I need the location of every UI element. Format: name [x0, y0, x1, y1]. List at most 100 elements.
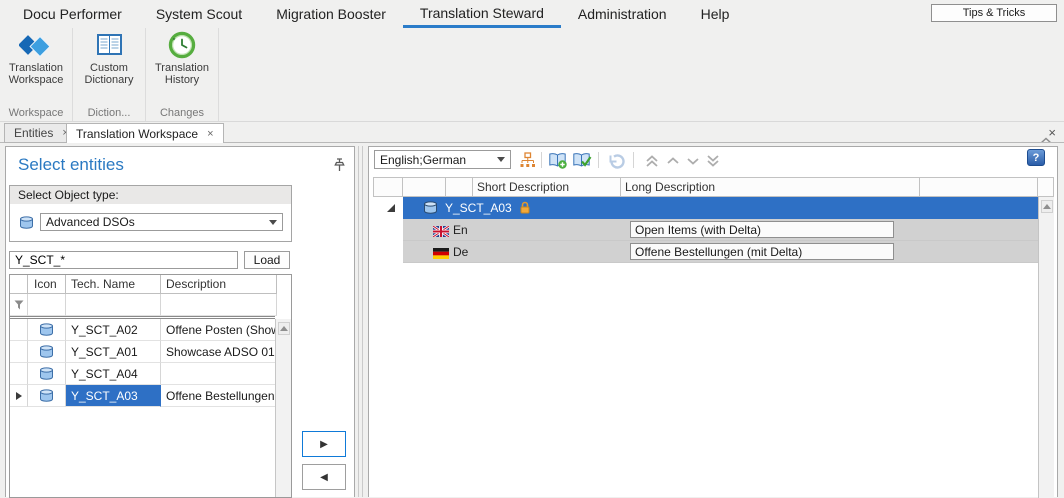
filter-icon: [10, 294, 28, 316]
long-description-field[interactable]: Offene Bestellungen (mit Delta): [630, 243, 894, 260]
menu-migration-booster[interactable]: Migration Booster: [259, 0, 403, 28]
move-up-icon[interactable]: [663, 151, 683, 170]
column-header-description[interactable]: Description: [161, 275, 277, 294]
entity-search-input[interactable]: [9, 251, 238, 269]
object-type-dropdown[interactable]: Advanced DSOs: [40, 213, 283, 231]
object-type-value: Advanced DSOs: [41, 215, 269, 229]
filter-cell[interactable]: [28, 294, 66, 316]
header-indicator-cell: [373, 177, 403, 197]
scroll-up-icon[interactable]: [278, 322, 290, 335]
move-to-workspace-button[interactable]: ▶: [302, 431, 346, 457]
move-first-icon[interactable]: [642, 151, 662, 170]
column-header-tech-name[interactable]: Tech. Name: [66, 275, 161, 294]
ribbon-group-label: Workspace: [0, 107, 72, 119]
database-icon: [28, 341, 66, 363]
header-indicator-cell: [10, 275, 28, 294]
row-indicator-cell: [10, 363, 28, 385]
language-label: En: [453, 223, 468, 237]
help-icon[interactable]: ?: [1027, 149, 1045, 166]
panel-title: Select entities: [18, 155, 124, 175]
ribbon-button-label: Translation Workspace: [0, 62, 72, 86]
description-cell[interactable]: Offene Bestellungen (...: [161, 385, 277, 407]
filter-cell[interactable]: [66, 294, 161, 316]
object-type-label: Select Object type:: [10, 186, 291, 204]
menu-docu-performer[interactable]: Docu Performer: [6, 0, 139, 28]
tab-translation-workspace[interactable]: Translation Workspace ×: [66, 123, 224, 144]
scroll-up-icon[interactable]: [1041, 200, 1053, 213]
description-cell[interactable]: Offene Posten (Showa...: [161, 319, 277, 341]
german-flag-icon: [433, 246, 449, 264]
main-menubar: Docu Performer System Scout Migration Bo…: [0, 0, 1064, 28]
menu-help[interactable]: Help: [684, 0, 747, 28]
close-icon[interactable]: ×: [207, 128, 213, 140]
description-cell[interactable]: [161, 363, 277, 385]
ribbon-group-changes: Translation History Changes: [146, 28, 219, 121]
lock-icon: [519, 201, 531, 219]
undo-icon[interactable]: [606, 151, 626, 170]
database-icon: [28, 385, 66, 407]
tech-name-cell[interactable]: Y_SCT_A02: [66, 319, 161, 341]
menu-system-scout[interactable]: System Scout: [139, 0, 259, 28]
filter-row[interactable]: [10, 294, 291, 316]
chevron-down-icon: [497, 157, 505, 162]
hierarchy-view-icon[interactable]: [517, 151, 537, 170]
translation-history-button[interactable]: Translation History: [146, 28, 218, 102]
move-down-icon[interactable]: [683, 151, 703, 170]
remove-from-workspace-button[interactable]: ◀: [302, 464, 346, 490]
column-header-long-description[interactable]: Long Description: [621, 177, 920, 197]
translation-row-de[interactable]: De Offene Bestellungen (mit Delta): [373, 241, 1038, 263]
move-last-icon[interactable]: [703, 151, 723, 170]
language-pair-dropdown[interactable]: English;German: [374, 150, 511, 169]
tree-expanded-icon[interactable]: [387, 204, 395, 212]
toolbar-separator: [598, 152, 599, 168]
chevron-down-icon: [269, 220, 277, 225]
menu-translation-steward[interactable]: Translation Steward: [403, 0, 561, 28]
filter-cell[interactable]: [161, 294, 277, 316]
load-button[interactable]: Load: [244, 251, 290, 269]
select-entities-panel: Select entities Select Object type: Adva…: [5, 146, 355, 497]
database-icon: [423, 201, 438, 219]
toolbar-separator: [633, 152, 634, 168]
column-header-icon[interactable]: Icon: [28, 275, 66, 294]
panel-splitter[interactable]: [362, 146, 363, 497]
custom-dictionary-button[interactable]: Custom Dictionary: [73, 28, 145, 102]
ribbon-button-label: Custom Dictionary: [73, 62, 145, 86]
tech-name-cell[interactable]: Y_SCT_A01: [66, 341, 161, 363]
database-icon: [28, 319, 66, 341]
ribbon-group-dictionary: Custom Dictionary Diction...: [73, 28, 146, 121]
translation-row-en[interactable]: En Open Items (with Delta): [373, 219, 1038, 241]
table-row[interactable]: Y_SCT_A04: [10, 363, 291, 385]
header-scroll-cell: [1038, 177, 1054, 197]
vertical-scrollbar[interactable]: [1038, 197, 1054, 498]
pin-icon[interactable]: [333, 158, 346, 172]
close-icon[interactable]: ×: [1048, 125, 1056, 140]
header-flag-cell: [446, 177, 473, 197]
table-row-selected[interactable]: Y_SCT_A03 Offene Bestellungen (...: [10, 385, 291, 407]
translation-workspace-button[interactable]: Translation Workspace: [0, 28, 72, 102]
entity-row-selected[interactable]: Y_SCT_A03: [373, 197, 1038, 219]
description-cell[interactable]: Showcase ADSO 01 (B...: [161, 341, 277, 363]
add-to-dictionary-icon[interactable]: [548, 151, 568, 170]
ribbon-group-label: Diction...: [73, 107, 145, 119]
apply-dictionary-check-icon[interactable]: [572, 151, 592, 170]
long-description-field[interactable]: Open Items (with Delta): [630, 221, 894, 238]
table-row[interactable]: Y_SCT_A01 Showcase ADSO 01 (B...: [10, 341, 291, 363]
row-indicator-cell: [10, 319, 28, 341]
table-row[interactable]: Y_SCT_A02 Offene Posten (Showa...: [10, 319, 291, 341]
vertical-scrollbar[interactable]: [275, 319, 291, 497]
column-header-short-description[interactable]: Short Description: [473, 177, 621, 197]
database-icon: [28, 363, 66, 385]
tech-name-cell[interactable]: Y_SCT_A04: [66, 363, 161, 385]
panel-splitter[interactable]: [358, 146, 359, 497]
tips-and-tricks-button[interactable]: Tips & Tricks: [931, 4, 1057, 22]
language-pair-value: English;German: [375, 153, 497, 167]
header-empty-cell: [920, 177, 1038, 197]
tab-label: Translation Workspace: [76, 127, 198, 141]
menu-administration[interactable]: Administration: [561, 0, 684, 28]
ribbon-button-label: Translation History: [146, 62, 218, 86]
translation-history-icon: [165, 31, 199, 61]
ribbon-group-workspace: Translation Workspace Workspace: [0, 28, 73, 121]
tech-name-cell[interactable]: Y_SCT_A03: [66, 385, 161, 407]
toolbar-separator: [541, 152, 542, 168]
language-label: De: [453, 245, 468, 259]
